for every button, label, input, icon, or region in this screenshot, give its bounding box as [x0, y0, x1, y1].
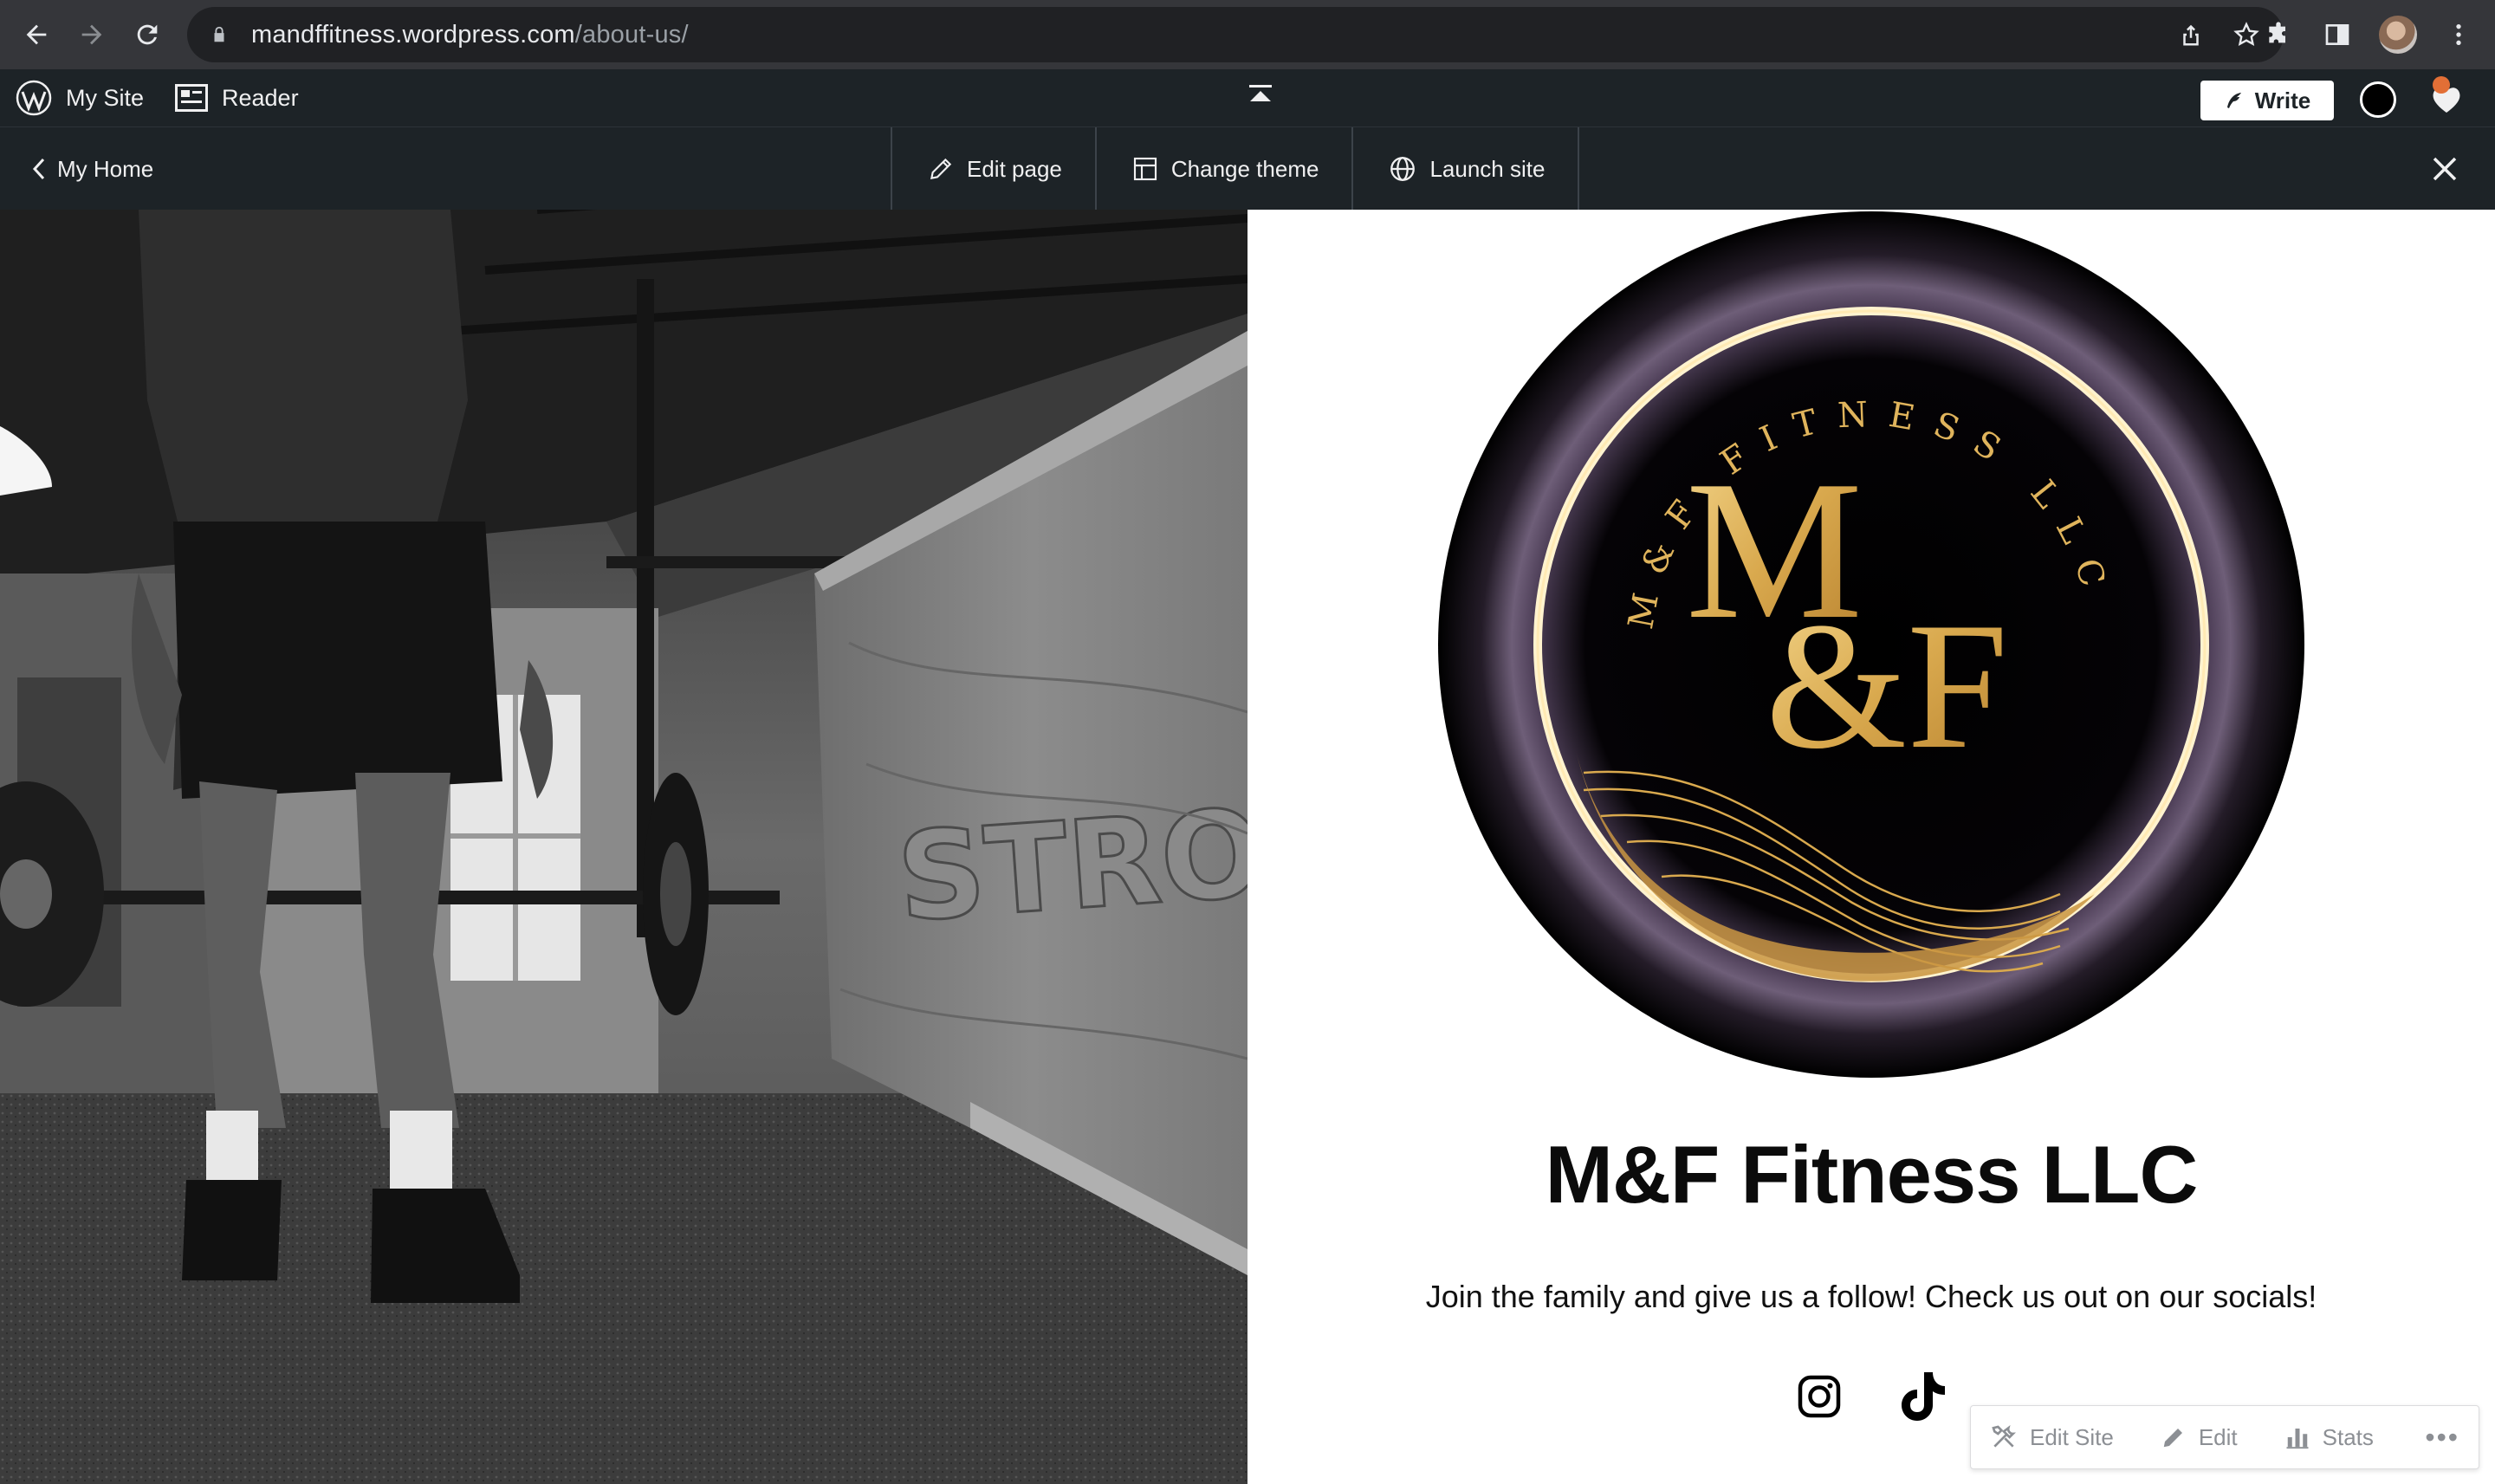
write-button[interactable]: Write	[2200, 81, 2334, 120]
launch-site-label: Launch site	[1429, 155, 1546, 182]
instagram-icon[interactable]	[1796, 1371, 1843, 1422]
stats-label: Stats	[2322, 1423, 2374, 1450]
edit-button[interactable]: Edit	[2161, 1424, 2238, 1451]
more-options-button[interactable]: •••	[2425, 1422, 2479, 1454]
edit-site-button[interactable]: Edit Site	[1990, 1423, 2114, 1451]
forward-button[interactable]	[64, 0, 120, 69]
edit-label: Edit	[2198, 1423, 2238, 1450]
arrow-left-icon	[26, 24, 47, 45]
browser-profile-avatar[interactable]	[2379, 16, 2417, 54]
my-site-menu[interactable]: My Site	[16, 69, 144, 126]
browser-menu-icon[interactable]	[2441, 17, 2476, 52]
reload-icon	[137, 24, 158, 45]
collapse-bar-icon[interactable]	[1248, 81, 1273, 113]
layout-icon	[1133, 157, 1157, 181]
reload-button[interactable]	[120, 0, 175, 69]
tools-icon	[1992, 1424, 2016, 1448]
reader-icon	[175, 84, 208, 112]
edit-site-label: Edit Site	[2030, 1423, 2114, 1450]
quill-pen-icon	[2226, 93, 2241, 108]
mf-fitness-logo: M&F FITNESS LLC M &F	[1438, 211, 2304, 1078]
bookmark-star-icon[interactable]	[2232, 20, 2261, 49]
url-path: /about-us/	[574, 20, 689, 49]
tiktok-icon[interactable]	[1900, 1371, 1947, 1422]
edit-page-label: Edit page	[967, 155, 1062, 182]
page-title: M&F Fitness LLC	[1545, 1129, 2199, 1220]
about-column: M&F FITNESS LLC M &F M&F Fitness LLC Joi…	[1248, 210, 2495, 1484]
stats-button[interactable]: Stats	[2284, 1424, 2374, 1451]
user-avatar[interactable]	[2360, 81, 2396, 118]
arrow-right-icon	[81, 24, 102, 45]
edit-page-button[interactable]: Edit page	[891, 127, 1095, 211]
reader-label: Reader	[222, 84, 299, 111]
chevron-left-icon	[32, 158, 45, 180]
page-content: STRON M&F FITNESS LLC M &F M&F Fitness L…	[0, 210, 2495, 1484]
browser-toolbar: mandffitness.wordpress.com/about-us/	[0, 0, 2495, 69]
my-home-link[interactable]: My Home	[31, 127, 153, 211]
back-button[interactable]	[9, 0, 64, 69]
admin-action-bar: Edit Site Edit Stats •••	[1970, 1405, 2479, 1469]
reader-menu[interactable]: Reader	[175, 69, 299, 126]
url-text: mandffitness.wordpress.com/about-us/	[251, 21, 689, 49]
pencil-icon	[2163, 1429, 2182, 1448]
pencil-icon	[930, 158, 952, 180]
url-host: mandffitness.wordpress.com	[251, 20, 575, 49]
my-site-label: My Site	[66, 84, 145, 111]
change-theme-button[interactable]: Change theme	[1094, 127, 1352, 211]
wordpress-logo-icon	[16, 80, 52, 116]
side-panel-icon[interactable]	[2320, 17, 2355, 52]
my-home-label: My Home	[57, 155, 154, 182]
close-icon[interactable]	[2426, 150, 2464, 188]
bar-chart-icon	[2286, 1429, 2309, 1449]
globe-icon	[1390, 157, 1416, 181]
logo-monogram-f: &F	[1766, 586, 2008, 787]
extensions-icon[interactable]	[2261, 17, 2296, 52]
share-icon[interactable]	[2176, 20, 2206, 49]
wp-admin-bar: My Site Reader Write	[0, 69, 2495, 126]
write-label: Write	[2254, 87, 2311, 113]
site-toolbar: My Home Edit page Change theme Launch si…	[0, 126, 2495, 211]
hero-photo: STRON	[0, 210, 1248, 1484]
notification-badge	[2433, 76, 2450, 94]
address-bar[interactable]: mandffitness.wordpress.com/about-us/	[187, 7, 2284, 62]
launch-site-button[interactable]: Launch site	[1351, 127, 1580, 211]
lock-icon[interactable]	[206, 22, 232, 48]
page-tagline: Join the family and give us a follow! Ch…	[1425, 1279, 2317, 1314]
change-theme-label: Change theme	[1170, 155, 1319, 182]
